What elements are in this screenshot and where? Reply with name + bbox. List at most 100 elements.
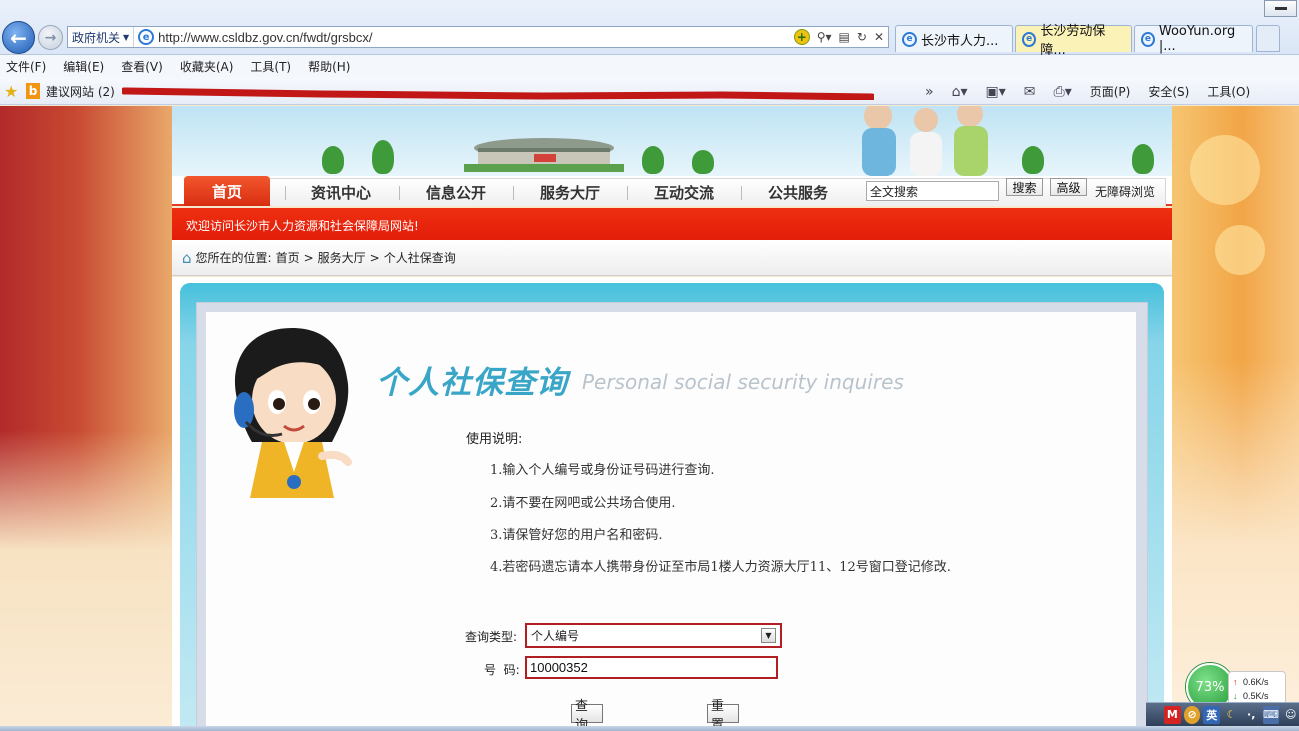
page-subtitle-en: Personal social security inquires <box>582 370 904 394</box>
ie-tab-icon: e <box>1022 31 1037 47</box>
tab-label: 长沙劳动保障... <box>1040 24 1106 58</box>
bing-icon: b <box>26 83 40 99</box>
minimize-button[interactable] <box>1264 0 1297 17</box>
page-title: 个人社保查询 <box>376 365 568 401</box>
menu-view[interactable]: 查看(V) <box>121 58 163 75</box>
menu-file[interactable]: 文件(F) <box>6 58 46 75</box>
download-arrow-icon: ↓ <box>1233 691 1238 701</box>
accessibility-link[interactable]: 无障碍浏览 <box>1095 183 1155 200</box>
breadcrumb-separator: > <box>303 250 314 265</box>
decor-bubble <box>1190 135 1260 205</box>
mail-icon[interactable]: ✉ <box>1024 84 1036 100</box>
ie-tab-icon: e <box>1141 31 1155 47</box>
tree-decor <box>692 150 714 174</box>
breadcrumb-current: 个人社保查询 <box>383 251 456 265</box>
forward-button[interactable]: → <box>38 25 63 50</box>
keyboard-icon[interactable]: ⌨ <box>1262 705 1280 724</box>
instruction-item: 4.若密码遗忘请本人携带身份证至市局1楼人力资源大厅11、12号窗口登记修改. <box>490 560 951 575</box>
site-category-dropdown[interactable]: 政府机关 ▼ <box>68 27 135 47</box>
tools-menu[interactable]: 工具(O) <box>1207 83 1250 100</box>
query-button[interactable]: 查询 <box>571 699 603 731</box>
browser-toolbar: ← → 政府机关 ▼ e http://www.csldbz.gov.cn/fw… <box>0 0 1299 58</box>
menu-favorites[interactable]: 收藏夹(A) <box>180 58 234 75</box>
chevron-double-right-icon[interactable]: » <box>925 84 934 100</box>
page-menu[interactable]: 页面(P) <box>1090 83 1131 100</box>
menu-tools[interactable]: 工具(T) <box>250 58 291 75</box>
nav-service-hall[interactable]: 服务大厅 <box>513 178 627 206</box>
stop-icon[interactable]: ✕ <box>874 30 884 44</box>
user-icon[interactable]: ☺ <box>1282 706 1299 724</box>
nav-interaction[interactable]: 互动交流 <box>627 178 741 206</box>
tree-decor <box>1022 146 1044 174</box>
page-bg-left-light <box>0 430 172 731</box>
punctuation-icon[interactable]: ·, <box>1243 706 1260 724</box>
instruction-item: 1.输入个人编号或身份证号码进行查询. <box>490 463 715 478</box>
search-icon[interactable]: ⚲▾ <box>817 30 832 44</box>
breadcrumb-prefix: 您所在的位置: <box>195 251 272 265</box>
site-category-label: 政府机关 <box>72 30 121 45</box>
instruction-item: 2.请不要在网吧或公共场合使用. <box>490 496 676 511</box>
menu-edit[interactable]: 编辑(E) <box>63 58 104 75</box>
back-button[interactable]: ← <box>2 21 35 54</box>
instruction-item: 3.请保管好您的用户名和密码. <box>490 528 663 543</box>
ie-page-icon: e <box>138 29 155 45</box>
nav-home[interactable]: 首页 <box>184 176 270 206</box>
menu-bar: 文件(F) 编辑(E) 查看(V) 收藏夹(A) 工具(T) 帮助(H) <box>0 55 1299 77</box>
arrow-left-icon: ← <box>10 25 27 50</box>
menu-help[interactable]: 帮助(H) <box>308 58 350 75</box>
tree-decor <box>372 140 394 174</box>
family-photo <box>862 106 988 176</box>
url-text[interactable]: http://www.csldbz.gov.cn/fwdt/grsbcx/ <box>158 30 794 45</box>
site-banner <box>172 106 1172 176</box>
address-bar[interactable]: 政府机关 ▼ e http://www.csldbz.gov.cn/fwdt/g… <box>67 26 889 48</box>
query-type-value: 个人编号 <box>531 629 580 643</box>
upload-arrow-icon: ↑ <box>1233 677 1238 687</box>
query-type-select[interactable]: 个人编号 ▼ <box>525 623 782 648</box>
reset-button[interactable]: 重置 <box>707 699 739 731</box>
tab-changsha-hr[interactable]: e 长沙市人力... <box>895 25 1013 52</box>
print-icon[interactable]: ⎙▾ <box>1054 84 1072 100</box>
favorites-star-icon[interactable]: ★ <box>4 82 18 101</box>
tab-changsha-labor[interactable]: e 长沙劳动保障... <box>1015 24 1132 58</box>
advanced-search-button[interactable]: 高级 <box>1050 178 1087 196</box>
ime-language[interactable]: 英 <box>1203 705 1221 724</box>
welcome-banner: 欢迎访问长沙市人力资源和社会保障局网站! <box>172 208 1172 240</box>
ie-tab-icon: e <box>902 31 917 47</box>
nav-info-disclosure[interactable]: 信息公开 <box>399 178 513 206</box>
rss-icon[interactable]: ▣▾ <box>986 84 1006 100</box>
nav-news-center[interactable]: 资讯中心 <box>285 178 397 206</box>
command-bar: » ⌂▾ ▣▾ ✉ ⎙▾ 页面(P) 安全(S) 工具(O) <box>925 83 1250 100</box>
compat-view-icon[interactable]: + <box>793 29 810 45</box>
redaction-scribble <box>122 87 874 100</box>
dropdown-arrow-icon[interactable]: ▼ <box>761 628 776 643</box>
arrow-right-icon: → <box>44 29 57 46</box>
moon-icon[interactable]: ☾ <box>1223 706 1240 724</box>
breadcrumb-separator: > <box>369 250 380 265</box>
speed-readout: ↑ 0.6K/s ↓ 0.5K/s <box>1228 671 1286 705</box>
site-search-input[interactable] <box>866 181 999 201</box>
home-icon[interactable]: ⌂▾ <box>952 84 968 100</box>
new-tab-button[interactable] <box>1256 25 1280 52</box>
page-icon[interactable]: ▤ <box>839 30 850 44</box>
ime-block-icon[interactable]: ⊘ <box>1183 705 1201 724</box>
stadium-image <box>464 138 624 172</box>
tree-decor <box>1132 144 1154 174</box>
tab-wooyun[interactable]: e WooYun.org |... <box>1134 24 1253 54</box>
safety-menu[interactable]: 安全(S) <box>1148 83 1189 100</box>
tab-label: WooYun.org |... <box>1158 24 1236 54</box>
breadcrumb-service-hall[interactable]: 服务大厅 <box>318 249 366 266</box>
number-label: 号 码: <box>484 663 520 677</box>
chevron-down-icon: ▼ <box>123 32 130 42</box>
breadcrumb-home[interactable]: 首页 <box>276 249 300 266</box>
refresh-icon[interactable]: ↻ <box>857 30 867 44</box>
number-input[interactable] <box>525 656 778 679</box>
nav-public-service[interactable]: 公共服务 <box>741 178 855 206</box>
tree-decor <box>642 146 664 174</box>
suggested-sites-link[interactable]: 建议网站 (2) <box>46 83 115 100</box>
ime-logo-icon[interactable]: M <box>1164 705 1181 724</box>
download-speed: 0.5K/s <box>1243 691 1269 701</box>
upload-speed: 0.6K/s <box>1243 677 1269 687</box>
site-search-button[interactable]: 搜索 <box>1006 178 1043 196</box>
instructions-heading: 使用说明: <box>466 432 523 447</box>
service-agent-illustration <box>234 328 352 498</box>
